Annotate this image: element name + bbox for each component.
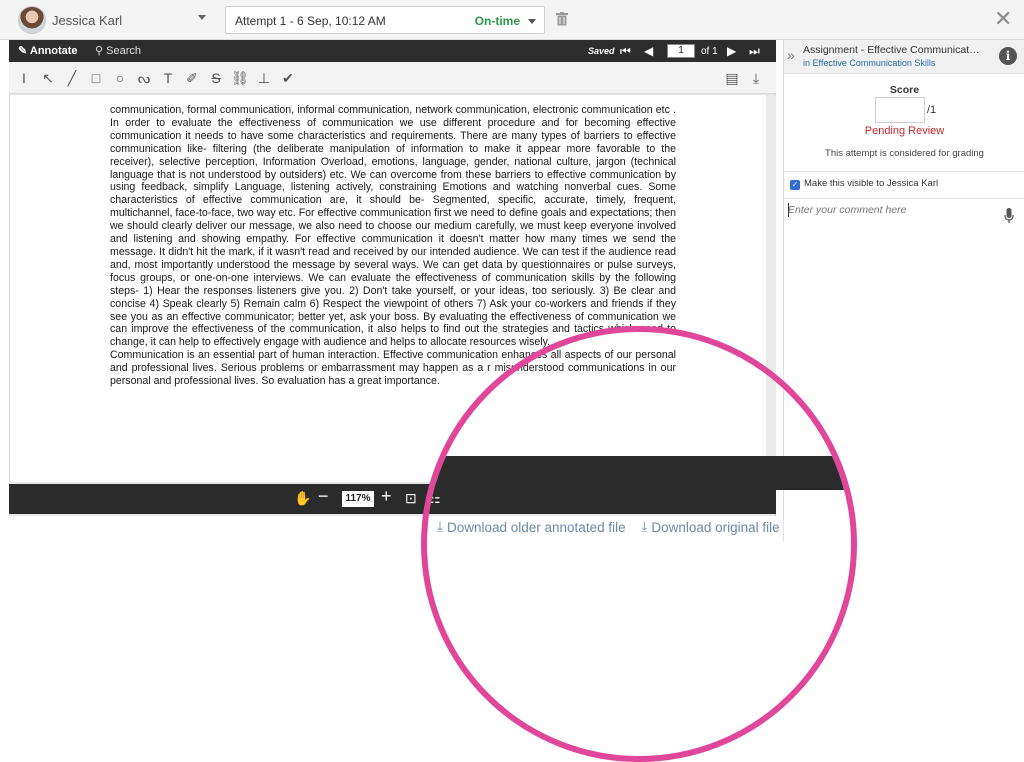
comment-icon[interactable]: ▤ xyxy=(723,69,741,87)
line-icon[interactable]: ╱ xyxy=(63,69,81,87)
hand-tool-icon[interactable]: ✋ xyxy=(294,490,311,506)
score-label: Score xyxy=(889,84,920,96)
course-link[interactable]: Effective Communication Skills xyxy=(813,58,936,68)
download-original-label: Download original file xyxy=(651,519,780,535)
viewer-bottom-bar: ✋ − 117% + ⊡ ⚏ xyxy=(9,484,776,514)
fit-page-icon[interactable]: ⊡ xyxy=(405,490,417,506)
paragraph: Communication is an essential part of hu… xyxy=(110,349,676,388)
grading-note: This attempt is considered for grading xyxy=(825,148,984,159)
last-page-icon[interactable]: ⏭ xyxy=(749,44,760,58)
visibility-toggle[interactable]: ✓ Make this visible to Jessica Karl xyxy=(790,178,938,190)
text-cursor-icon[interactable]: I xyxy=(15,69,33,87)
rectangle-icon[interactable]: □ xyxy=(87,69,105,87)
download-icon: ⤓ xyxy=(641,519,648,534)
prev-page-icon[interactable]: ◀ xyxy=(644,44,653,58)
close-icon[interactable]: ✕ xyxy=(994,8,1012,30)
visibility-label: Make this visible to Jessica Karl xyxy=(804,178,939,189)
download-annotated-label: Download older annotated file xyxy=(446,519,626,535)
stamp-icon[interactable]: ⊥ xyxy=(255,69,273,87)
download-original-link[interactable]: ⤓ Download original file xyxy=(641,519,779,535)
grid-view-icon[interactable]: ⚏ xyxy=(428,490,441,506)
document-page: communication, formal communication, inf… xyxy=(9,95,766,482)
divider xyxy=(784,198,1024,199)
course-line: in Effective Communication Skills xyxy=(803,58,935,68)
checkbox-checked-icon[interactable]: ✓ xyxy=(790,180,800,190)
score-input[interactable] xyxy=(875,97,925,123)
annotate-label: Annotate xyxy=(29,45,78,57)
info-icon[interactable]: i xyxy=(999,47,1017,65)
zoom-level[interactable]: 117% xyxy=(342,491,374,507)
download-icon: ⤓ xyxy=(437,519,443,534)
chevron-down-icon xyxy=(528,19,536,24)
first-page-icon[interactable]: ⏮ xyxy=(620,44,631,58)
trash-icon[interactable] xyxy=(556,12,568,26)
scrollbar[interactable] xyxy=(766,95,776,482)
avatar xyxy=(18,6,46,34)
page-count: of 1 xyxy=(701,46,718,57)
highlighter-icon[interactable]: ✐ xyxy=(183,69,201,87)
collapse-chevron-icon[interactable]: » xyxy=(787,47,795,63)
annotation-toolbar: I ↖ ╱ □ ○ ᔓ T ✐ S ⛓ ⊥ ✔ ▤ ⤓ xyxy=(9,62,776,94)
pending-review-status: Pending Review xyxy=(864,125,945,137)
grading-panel: » Assignment - Effective Communicatio...… xyxy=(783,40,1024,541)
next-page-icon[interactable]: ▶ xyxy=(727,44,736,58)
text-tool-icon[interactable]: T xyxy=(159,69,177,87)
assignment-header: » Assignment - Effective Communicatio...… xyxy=(784,40,1024,74)
top-bar: Jessica Karl Attempt 1 - 6 Sep, 10:12 AM… xyxy=(0,0,1024,40)
viewer-toolbar: ✎ Annotate ⚲ Search Saved ⏮ ◀ 1 of 1 ▶ ⏭ xyxy=(9,40,776,62)
comment-input[interactable] xyxy=(788,204,1020,216)
in-label: in xyxy=(803,58,811,68)
chevron-down-icon[interactable] xyxy=(198,15,206,20)
document-text: communication, formal communication, inf… xyxy=(110,104,676,388)
search-label: Search xyxy=(106,45,141,57)
zoom-out-icon[interactable]: − xyxy=(318,487,329,505)
zoom-in-icon[interactable]: + xyxy=(381,487,392,505)
search-button[interactable]: ⚲ Search xyxy=(95,44,141,57)
circle-icon[interactable]: ○ xyxy=(111,69,129,87)
microphone-icon[interactable] xyxy=(1004,208,1014,224)
attempt-selector[interactable]: Attempt 1 - 6 Sep, 10:12 AM On-time xyxy=(225,6,545,34)
download-icon[interactable]: ⤓ xyxy=(747,69,765,87)
score-max: /1 xyxy=(927,104,937,116)
download-links: ⤓ Download older annotated file ⤓ Download… xyxy=(437,519,792,535)
attempt-label: Attempt 1 - 6 Sep, 10:12 AM xyxy=(235,14,386,28)
assignment-title: Assignment - Effective Communicatio... xyxy=(803,44,981,56)
checkmark-icon[interactable]: ✔ xyxy=(279,69,297,87)
link-icon[interactable]: ⛓ xyxy=(231,69,249,87)
paragraph: communication, formal communication, inf… xyxy=(110,104,676,349)
document-viewer: ✎ Annotate ⚲ Search Saved ⏮ ◀ 1 of 1 ▶ ⏭… xyxy=(9,40,776,516)
select-arrow-icon[interactable]: ↖ xyxy=(39,69,57,87)
strikethrough-icon[interactable]: S xyxy=(207,69,225,87)
freehand-icon[interactable]: ᔓ xyxy=(135,69,153,87)
annotate-button[interactable]: ✎ Annotate xyxy=(18,44,78,57)
download-annotated-link[interactable]: ⤓ Download older annotated file xyxy=(437,519,626,535)
divider xyxy=(784,171,1024,172)
attempt-status: On-time xyxy=(474,14,520,28)
student-name[interactable]: Jessica Karl xyxy=(52,13,122,28)
saved-status: Saved xyxy=(588,46,615,56)
page-number-input[interactable]: 1 xyxy=(667,44,695,58)
